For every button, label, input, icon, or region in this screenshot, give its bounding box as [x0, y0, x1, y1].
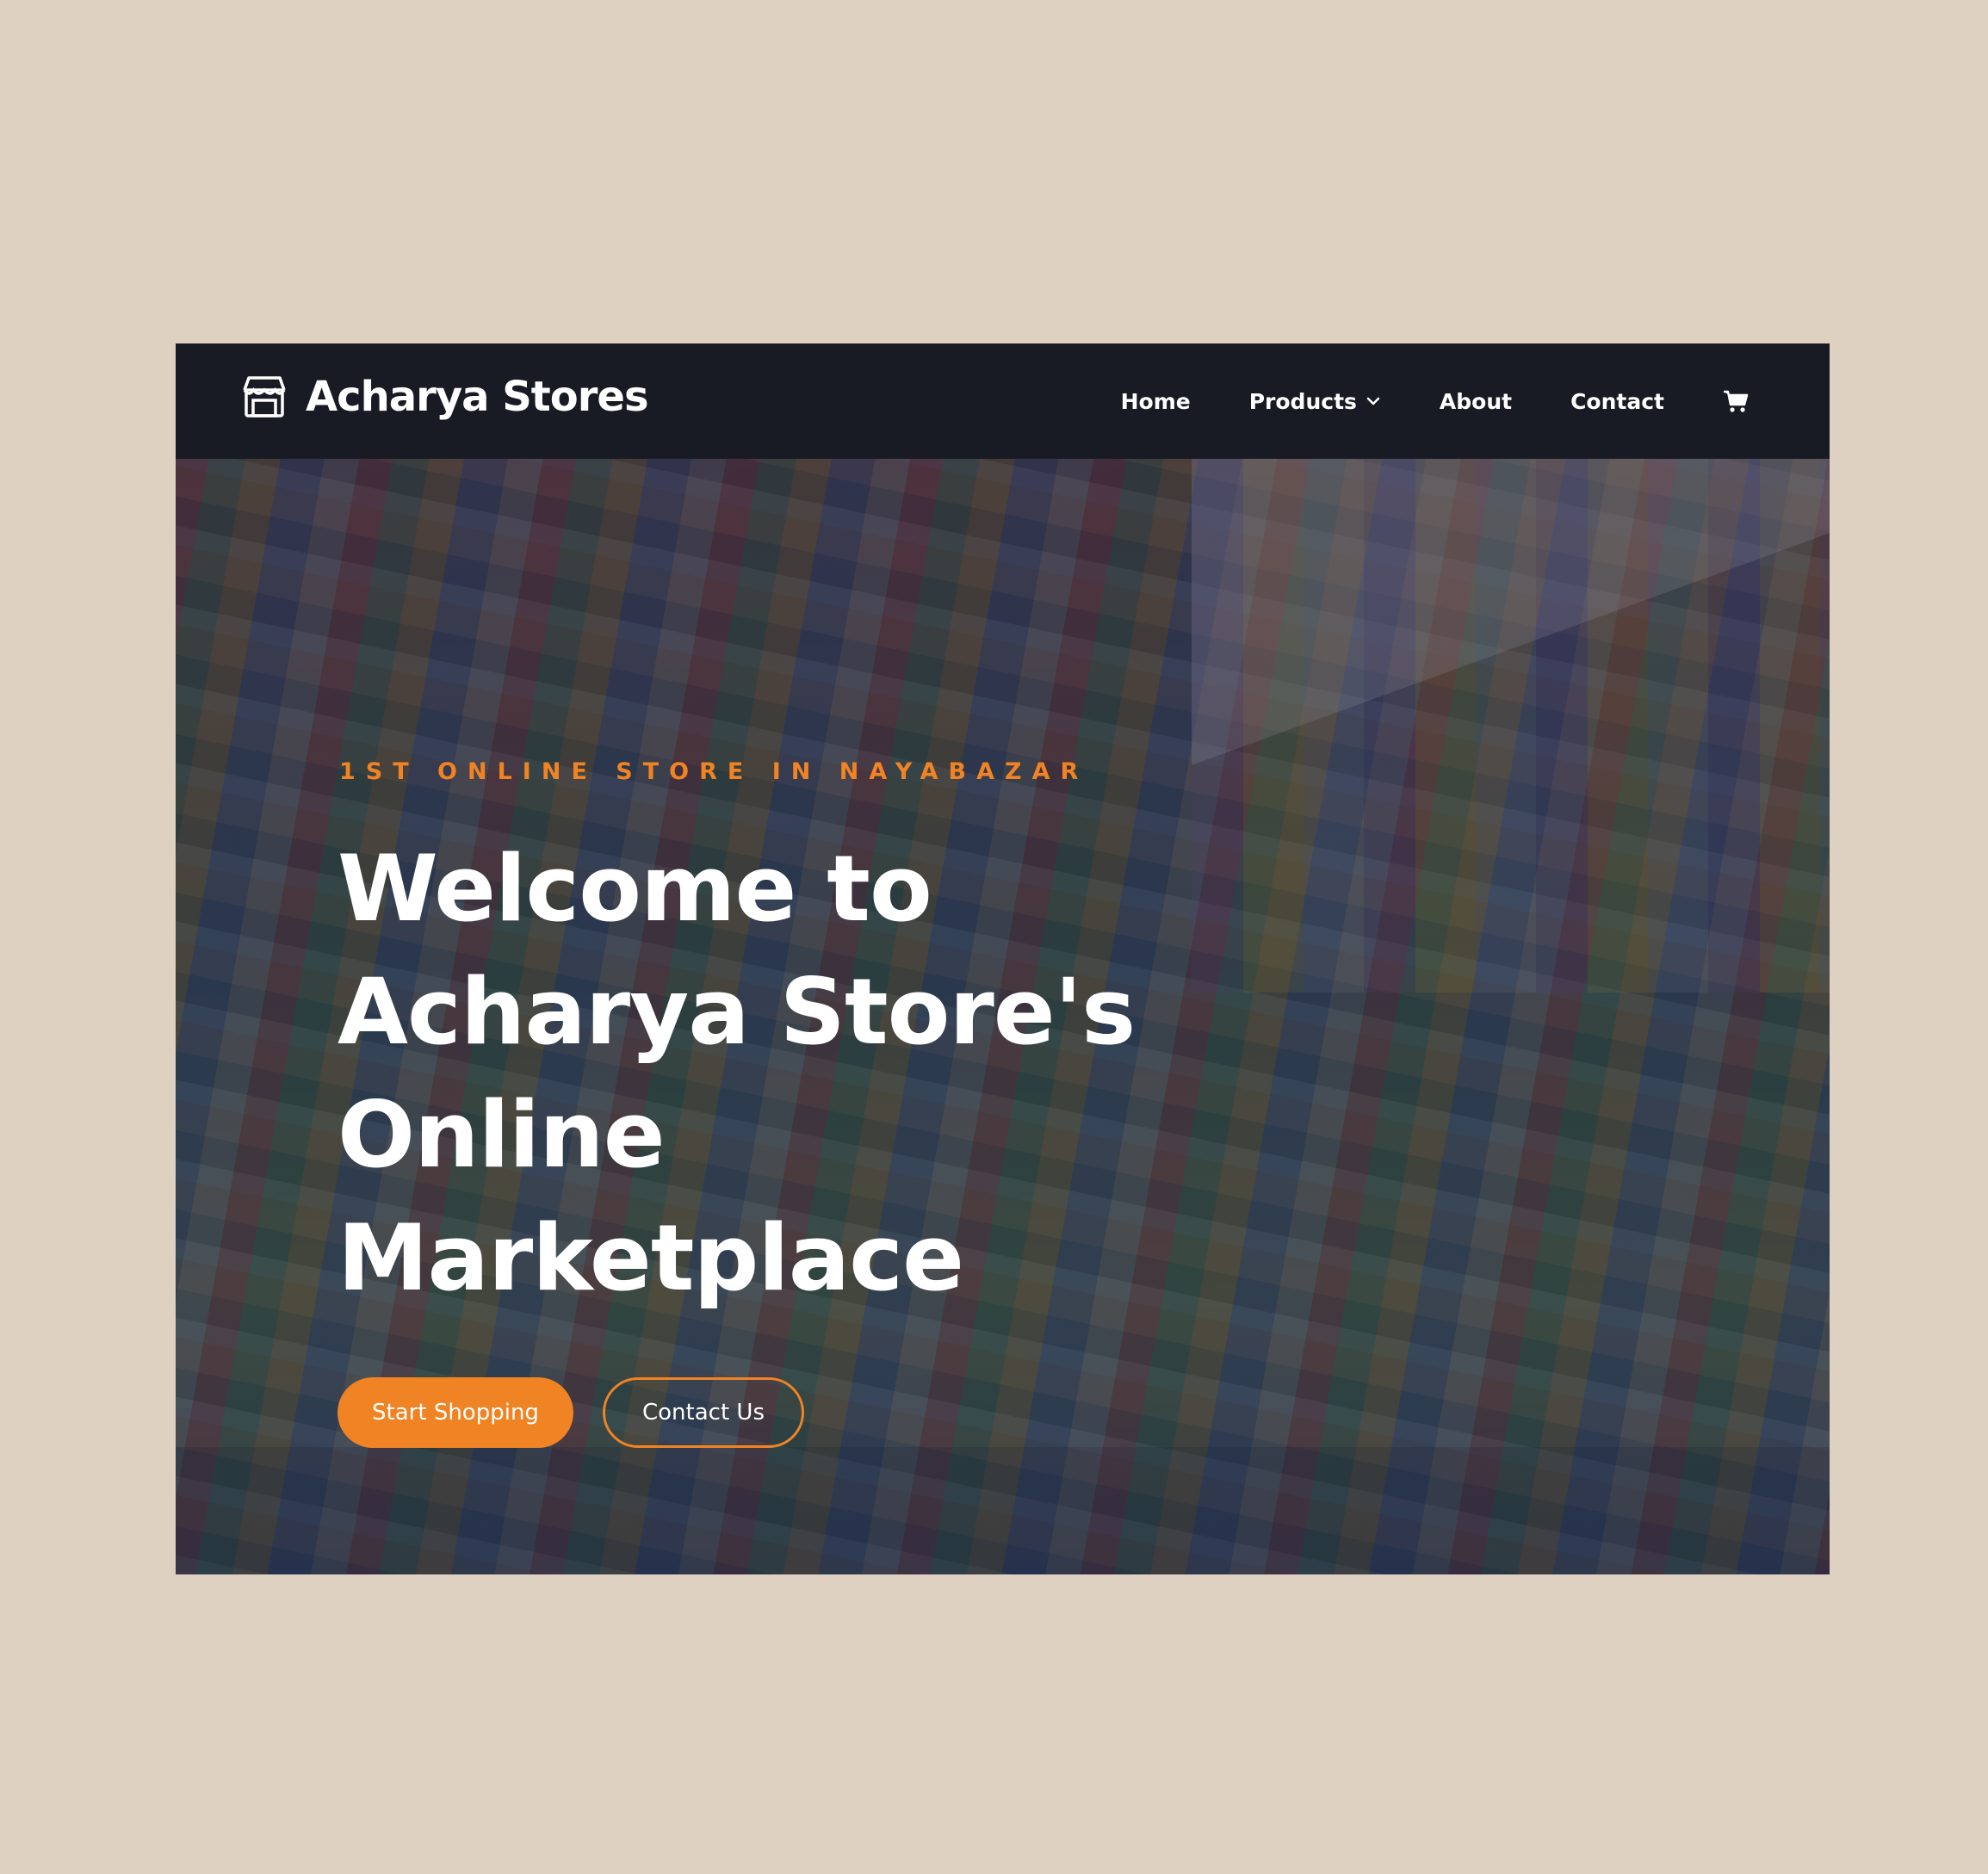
- start-shopping-button[interactable]: Start Shopping: [338, 1377, 573, 1448]
- hero-eyebrow: 1ST ONLINE STORE IN NAYABAZAR: [339, 758, 1089, 785]
- nav-about[interactable]: About: [1440, 389, 1512, 414]
- navbar: Acharya Stores Home Products About Conta…: [176, 343, 1830, 459]
- browser-viewport: Acharya Stores Home Products About Conta…: [176, 343, 1830, 1574]
- nav-menu: Home Products About Contact: [1121, 343, 1749, 459]
- nav-contact[interactable]: Contact: [1570, 389, 1664, 414]
- contact-us-button[interactable]: Contact Us: [603, 1377, 804, 1448]
- nav-home-label: Home: [1120, 388, 1191, 414]
- nav-contact-label: Contact: [1570, 388, 1664, 414]
- brand-name: Acharya Stores: [306, 373, 649, 421]
- hero-section: 1ST ONLINE STORE IN NAYABAZAR Welcome to…: [176, 459, 1830, 1574]
- headline-line: Marketplace: [338, 1205, 964, 1311]
- storefront-icon: [243, 376, 286, 417]
- nav-about-label: About: [1439, 388, 1513, 414]
- nav-products-label: Products: [1248, 388, 1357, 414]
- hero-bottom-strip: [176, 1447, 1830, 1574]
- headline-line: Online: [338, 1082, 666, 1188]
- hero-headline: Welcome to Acharya Store's Online Market…: [338, 827, 1285, 1320]
- brand-logo[interactable]: Acharya Stores: [240, 373, 649, 421]
- headline-line: Acharya Store's: [338, 959, 1136, 1065]
- headline-line: Welcome to: [338, 836, 932, 942]
- chevron-down-icon: [1366, 397, 1380, 405]
- cart-icon[interactable]: [1723, 389, 1749, 413]
- nav-products[interactable]: Products: [1249, 389, 1381, 414]
- nav-home[interactable]: Home: [1121, 389, 1191, 414]
